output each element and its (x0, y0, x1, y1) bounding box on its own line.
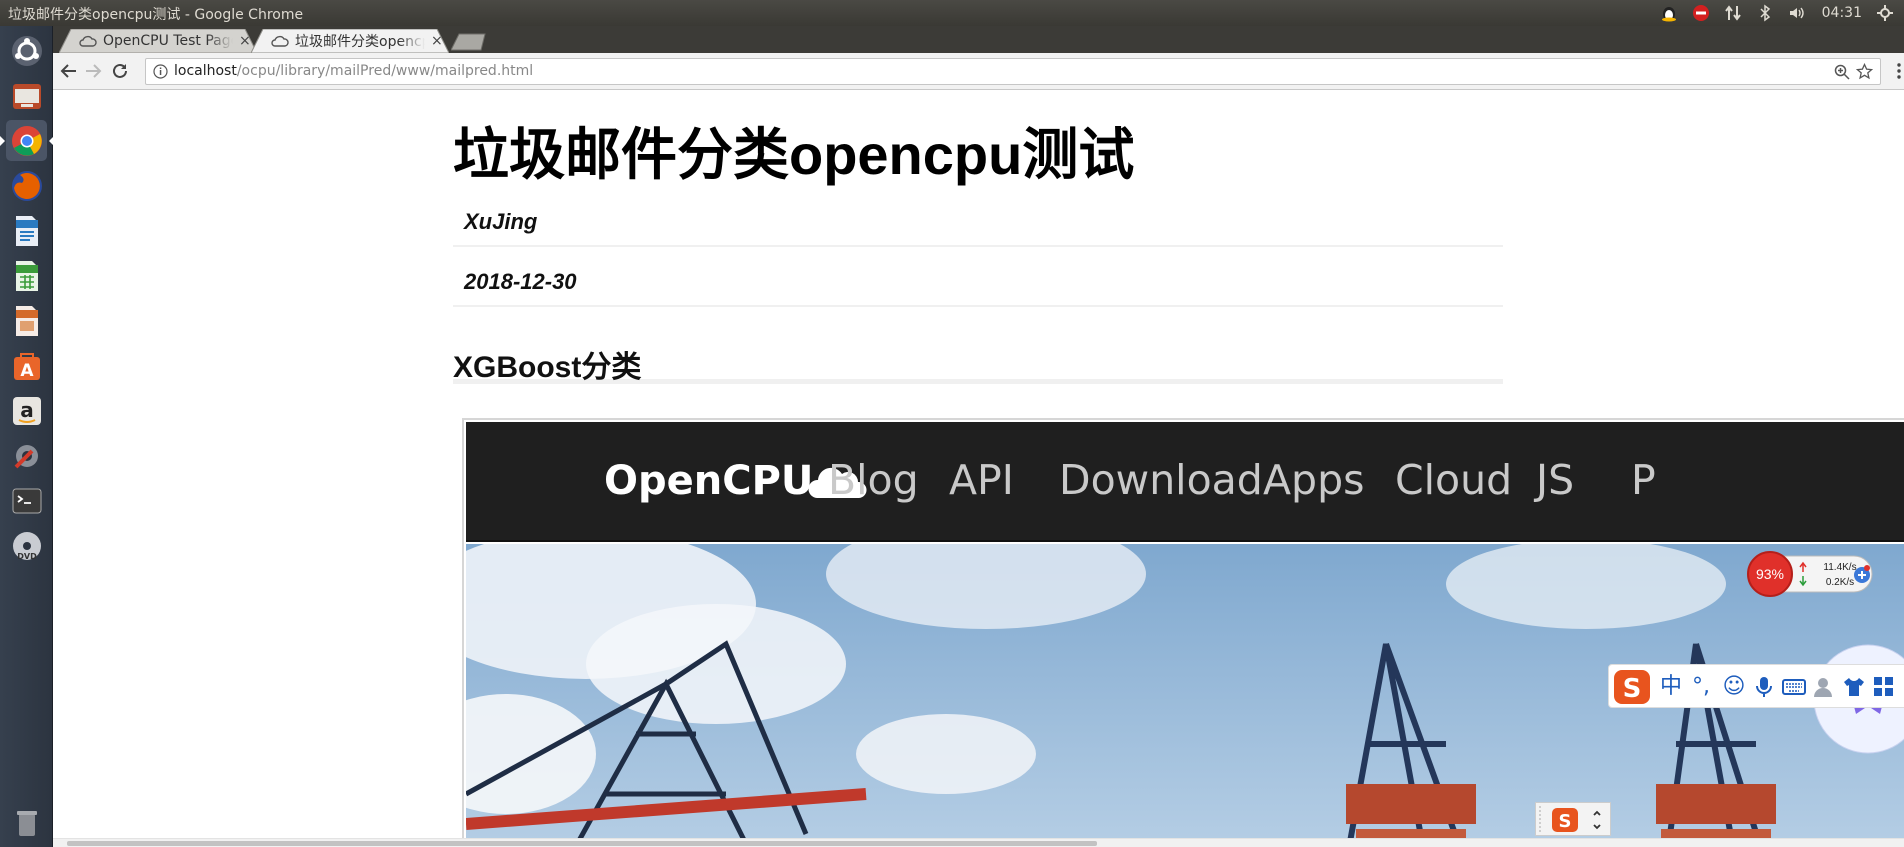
ime-mode-chinese[interactable]: 中 (1659, 675, 1683, 699)
dvd-icon[interactable]: DVD (6, 525, 47, 566)
user-icon[interactable] (1812, 675, 1836, 699)
author: XuJing (453, 209, 1503, 247)
toolbar: localhost/ocpu/library/mailPred/www/mail… (53, 53, 1904, 90)
no-entry-icon[interactable] (1692, 4, 1710, 22)
skin-shirt-icon[interactable] (1842, 675, 1866, 699)
page-title: 垃圾邮件分类opencpu测试 (453, 123, 1135, 186)
embedded-opencpu-page[interactable]: OpenCPU Blog API Download Apps Cloud JS … (462, 418, 1904, 847)
svg-text:S: S (1559, 811, 1572, 832)
system-tray: 04:31 (1660, 0, 1904, 26)
horizontal-scrollbar[interactable] (53, 838, 1904, 847)
top-panel: 垃圾邮件分类opencpu测试 - Google Chrome 04:31 (0, 0, 1904, 26)
tab-strip: OpenCPU Test Page × 垃圾邮件分类opencpu测试 × (53, 26, 1904, 54)
scrollbar-thumb[interactable] (67, 841, 1097, 846)
cloud-icon (79, 35, 97, 47)
cpu-percent: 93% (1756, 566, 1784, 582)
keyboard-icon[interactable] (1782, 675, 1806, 699)
url-host: localhost (174, 63, 237, 79)
network-speed-widget[interactable]: 93% 11.4K/s 0.2K/s (1746, 550, 1876, 598)
files-icon[interactable] (6, 75, 47, 116)
reload-button[interactable] (109, 60, 131, 82)
clock[interactable]: 04:31 (1822, 5, 1862, 21)
qq-penguin-icon[interactable] (1660, 4, 1678, 22)
address-bar[interactable]: localhost/ocpu/library/mailPred/www/mail… (145, 58, 1881, 85)
sogou-logo-icon: S (1614, 670, 1650, 704)
tab-mailpred[interactable]: 垃圾邮件分类opencpu测试 × (250, 28, 450, 54)
software-center-icon[interactable]: A (6, 345, 47, 386)
window-title: 垃圾邮件分类opencpu测试 - Google Chrome (8, 7, 304, 23)
terminal-icon[interactable] (6, 480, 47, 521)
opencpu-navbar: OpenCPU Blog API Download Apps Cloud JS … (466, 422, 1904, 542)
svg-text:a: a (20, 398, 34, 422)
chrome-icon[interactable] (0, 120, 54, 161)
tab-close-icon[interactable]: × (431, 33, 443, 49)
opencpu-nav-cloud[interactable]: Cloud (1395, 456, 1512, 504)
launcher: A a DVD (0, 26, 54, 847)
tab-label: OpenCPU Test Page (103, 33, 233, 49)
gear-icon[interactable] (1876, 4, 1894, 22)
tab-opencpu-test-page[interactable]: OpenCPU Test Page × (58, 28, 258, 54)
amazon-icon[interactable]: a (6, 390, 47, 431)
sogou-ime-mini[interactable]: S (1535, 802, 1611, 836)
forward-button[interactable] (82, 60, 104, 82)
zoom-icon[interactable] (1834, 64, 1850, 80)
arrow-right-icon (86, 64, 102, 78)
url-text[interactable]: localhost/ocpu/library/mailPred/www/mail… (174, 63, 533, 79)
arrow-left-icon (60, 64, 76, 78)
opencpu-nav-js[interactable]: JS (1536, 456, 1574, 504)
opencpu-nav-blog[interactable]: Blog (828, 456, 919, 504)
opencpu-nav-download[interactable]: Download (1059, 456, 1263, 504)
volume-icon[interactable] (1788, 4, 1806, 22)
reload-icon (113, 63, 127, 78)
svg-text:DVD: DVD (17, 552, 37, 561)
svg-text:S: S (1623, 674, 1642, 704)
cloud-icon (271, 35, 289, 47)
tab-close-icon[interactable]: × (239, 33, 251, 49)
opencpu-nav-apps[interactable]: Apps (1263, 456, 1364, 504)
dash-icon[interactable] (6, 30, 47, 71)
emoji-icon[interactable]: ☺ (1722, 675, 1746, 699)
menu-dots-icon[interactable] (1896, 61, 1902, 81)
info-icon[interactable] (153, 64, 168, 79)
download-speed: 0.2K/s (1826, 577, 1854, 588)
firefox-icon[interactable] (6, 165, 47, 206)
network-icon[interactable] (1724, 4, 1742, 22)
system-settings-icon[interactable] (6, 435, 47, 476)
writer-icon[interactable] (6, 210, 47, 251)
impress-icon[interactable] (6, 300, 47, 341)
calc-icon[interactable] (6, 255, 47, 296)
section-heading: XGBoost分类 (453, 342, 1503, 384)
back-button[interactable] (58, 60, 80, 82)
svg-text:A: A (20, 361, 34, 381)
page-content: 垃圾邮件分类opencpu测试 XuJing 2018-12-30 XGBoos… (53, 90, 1904, 847)
opencpu-nav-p[interactable]: P (1631, 456, 1656, 504)
ime-punctuation[interactable]: °, (1689, 675, 1713, 699)
toolbox-grid-icon[interactable] (1872, 675, 1896, 699)
tab-label: 垃圾邮件分类opencpu测试 (295, 34, 425, 50)
date: 2018-12-30 (453, 269, 1503, 307)
opencpu-logo-text: OpenCPU (604, 458, 814, 504)
sogou-ime-toolbar[interactable]: S 中 °, ☺ (1608, 664, 1904, 708)
upload-speed: 11.4K/s (1823, 562, 1856, 573)
opencpu-nav-api[interactable]: API (949, 456, 1014, 504)
bookmark-star-icon[interactable] (1856, 63, 1873, 80)
url-path: /ocpu/library/mailPred/www/mailpred.html (236, 63, 534, 79)
microphone-icon[interactable] (1752, 675, 1776, 699)
bluetooth-icon[interactable] (1756, 4, 1774, 22)
new-tab-button[interactable] (450, 33, 489, 51)
trash-icon[interactable] (6, 802, 47, 843)
